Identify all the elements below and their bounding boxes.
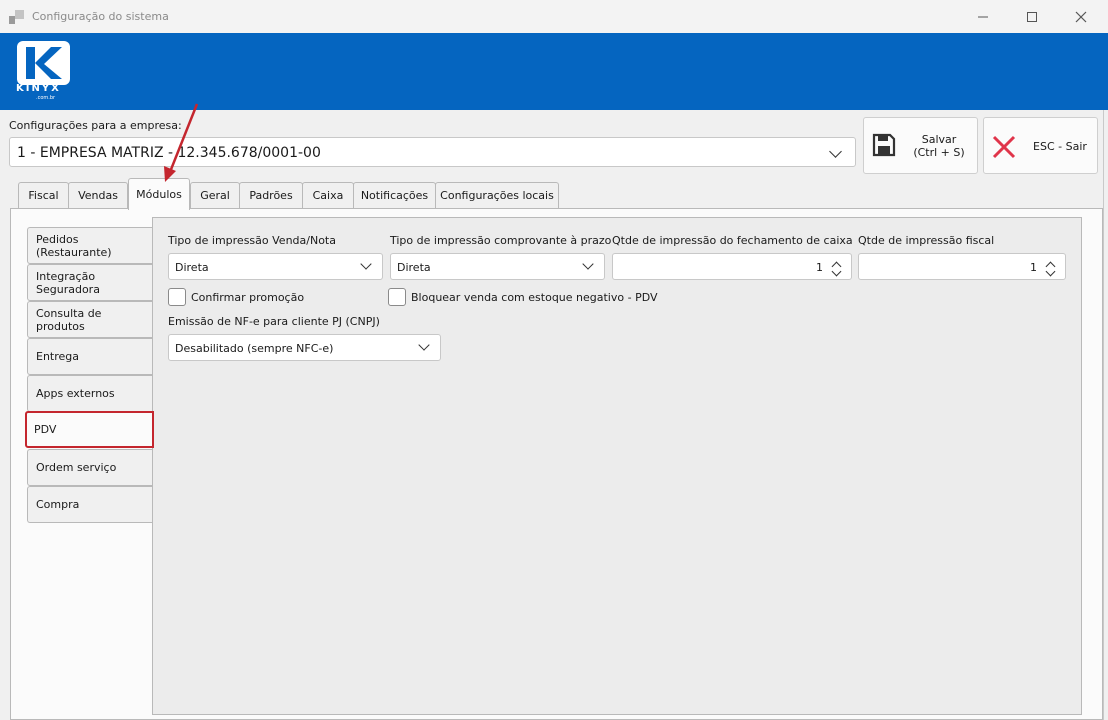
qtde-fechamento-label: Qtde de impressão do fechamento de caixa [612, 234, 853, 247]
save-label: Salvar [921, 133, 957, 146]
app-icon [9, 10, 24, 24]
confirmar-promocao-checkbox[interactable] [168, 288, 186, 306]
annotation-arrow-icon [164, 103, 199, 182]
confirmar-promocao-label: Confirmar promoção [191, 291, 305, 304]
bloquear-venda-label: Bloquear venda com estoque negativo - PD… [411, 291, 658, 304]
emissao-select[interactable]: Desabilitado (sempre NFC-e) [168, 334, 441, 361]
qtde-fiscal-label: Qtde de impressão fiscal [858, 234, 995, 247]
chevron-down-icon [418, 339, 430, 351]
tipo-venda-value: Direta [175, 261, 209, 274]
minimize-icon [978, 16, 988, 17]
window-title: Configuração do sistema [32, 10, 169, 23]
tab-notificacoes[interactable]: Notificações [353, 182, 436, 208]
close-button[interactable] [1058, 0, 1104, 33]
tipo-prazo-select[interactable]: Direta [390, 253, 605, 280]
module-tab-consulta[interactable]: Consulta de produtos [27, 301, 153, 338]
save-icon [872, 133, 896, 157]
module-tab-entrega[interactable]: Entrega [27, 338, 153, 375]
save-button[interactable]: Salvar (Ctrl + S) [863, 117, 978, 174]
chevron-down-icon [360, 258, 372, 270]
tab-fiscal[interactable]: Fiscal [18, 182, 69, 208]
qtde-fiscal-value: 1 [1030, 261, 1037, 274]
company-select[interactable]: 1 - EMPRESA MATRIZ - 12.345.678/0001-00 [9, 137, 856, 167]
module-tab-pdv[interactable]: PDV [25, 411, 154, 448]
window-edge [1103, 110, 1108, 720]
tipo-prazo-value: Direta [397, 261, 431, 274]
module-tab-ordem-servico[interactable]: Ordem serviço [27, 449, 153, 486]
tab-caixa[interactable]: Caixa [302, 182, 354, 208]
exit-button[interactable]: ESC - Sair [983, 117, 1098, 174]
bloquear-venda-checkbox[interactable] [388, 288, 406, 306]
maximize-icon [1027, 11, 1037, 22]
chevron-down-icon [829, 145, 842, 158]
kinyx-logo-icon [17, 41, 70, 85]
exit-label: ESC - Sair [1033, 140, 1087, 153]
emissao-label: Emissão de NF-e para cliente PJ (CNPJ) [168, 315, 380, 328]
tipo-venda-label: Tipo de impressão Venda/Nota [168, 234, 336, 247]
maximize-button[interactable] [1009, 0, 1055, 33]
chevron-down-icon [582, 258, 594, 270]
tab-vendas[interactable]: Vendas [68, 182, 128, 208]
chevron-down-icon[interactable] [1045, 266, 1056, 277]
module-tab-compra[interactable]: Compra [27, 486, 153, 523]
qtde-fechamento-value: 1 [816, 261, 823, 274]
module-tab-apps[interactable]: Apps externos [27, 375, 153, 412]
tab-configuracoes-locais[interactable]: Configurações locais [435, 182, 559, 208]
chevron-down-icon[interactable] [831, 266, 842, 277]
save-shortcut: (Ctrl + S) [913, 146, 965, 159]
close-x-icon [992, 135, 1016, 159]
qtde-fechamento-stepper[interactable]: 1 [612, 253, 852, 280]
module-tab-integracao[interactable]: Integração Seguradora [27, 264, 153, 301]
module-tab-pedidos[interactable]: Pedidos (Restaurante) [27, 227, 153, 264]
minimize-button[interactable] [960, 0, 1006, 33]
logo-subtext: .com.br [36, 95, 56, 101]
tab-padroes[interactable]: Padrões [239, 182, 303, 208]
emissao-value: Desabilitado (sempre NFC-e) [175, 342, 334, 355]
qtde-fiscal-stepper[interactable]: 1 [858, 253, 1066, 280]
title-bar: Configuração do sistema [0, 0, 1108, 33]
logo-text: KINYX [16, 83, 61, 94]
tipo-venda-select[interactable]: Direta [168, 253, 383, 280]
tab-geral[interactable]: Geral [190, 182, 240, 208]
tipo-prazo-label: Tipo de impressão comprovante à prazo [390, 234, 612, 247]
close-icon [1075, 11, 1087, 22]
header-banner [0, 33, 1108, 110]
